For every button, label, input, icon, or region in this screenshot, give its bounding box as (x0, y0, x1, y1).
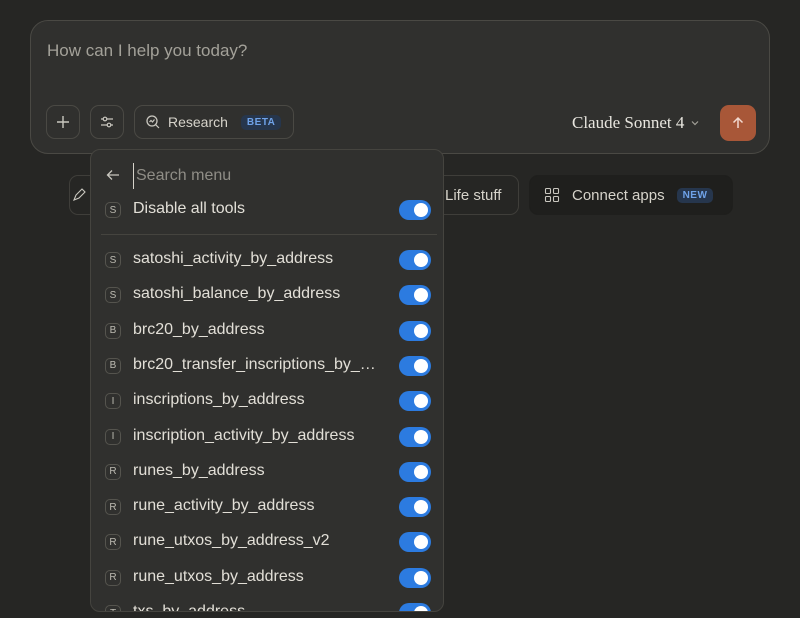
tool-row[interactable]: Rrune_activity_by_address (91, 491, 443, 526)
toggle-knob (414, 203, 428, 217)
tool-toggle[interactable] (399, 355, 431, 376)
tool-letter-icon: R (105, 499, 121, 516)
tool-label: rune_utxos_by_address_v2 (133, 532, 330, 550)
menu-divider (101, 234, 437, 235)
tool-letter-icon: S (105, 252, 121, 268)
research-label: Research (168, 114, 228, 130)
tool-letter-icon: R (105, 463, 121, 480)
tool-row[interactable]: Ssatoshi_balance_by_address (91, 279, 443, 314)
tool-letter-icon: T (105, 605, 121, 611)
tool-toggle[interactable] (399, 285, 431, 306)
tool-toggle[interactable] (399, 461, 431, 482)
tool-letter-icon: R (105, 569, 121, 586)
toggle-knob (414, 570, 428, 585)
disable-all-tools-label: Disable all tools (133, 200, 246, 217)
pen-icon (73, 188, 86, 201)
arrow-up-icon (732, 116, 744, 128)
new-badge: NEW (676, 187, 714, 203)
tool-toggle[interactable] (399, 567, 431, 588)
tool-label: runes_by_address (133, 461, 265, 479)
tool-letter-icon: S (105, 287, 121, 304)
toggle-knob (414, 323, 428, 338)
toggle-knob (414, 429, 428, 444)
tool-label: brc20_by_address (133, 320, 265, 338)
tools-button[interactable] (90, 105, 124, 139)
tool-letter-icon: S (105, 202, 121, 218)
tool-row[interactable]: Bbrc20_by_address (91, 315, 443, 350)
menu-search-row (91, 160, 443, 190)
beta-badge: BETA (240, 114, 282, 130)
tool-label: rune_utxos_by_address (133, 567, 304, 585)
research-icon (146, 115, 160, 129)
tool-letter-icon: B (105, 357, 121, 374)
tool-letter-icon: B (105, 322, 121, 339)
tool-label: inscription_activity_by_address (133, 426, 355, 444)
back-arrow-icon[interactable] (105, 167, 121, 183)
tool-toggle[interactable] (399, 426, 431, 447)
prompt-composer[interactable]: How can I help you today? Research BETA … (30, 20, 770, 154)
prompt-input[interactable]: How can I help you today? (47, 41, 247, 61)
tool-letter-icon: I (105, 428, 121, 445)
toggle-knob (414, 394, 428, 409)
chip-life-stuff-label: Life stuff (445, 186, 502, 204)
search-menu-input[interactable] (133, 163, 428, 189)
model-selector[interactable]: Claude Sonnet 4 (572, 113, 700, 133)
tool-row[interactable]: Rrune_utxos_by_address_v2 (91, 526, 443, 561)
add-button[interactable] (46, 105, 80, 139)
tool-label: brc20_transfer_inscriptions_by_address (133, 355, 383, 373)
tool-row[interactable]: Rrunes_by_address (91, 456, 443, 491)
sliders-icon (101, 116, 113, 128)
tool-row[interactable]: Ttxs_by_address (91, 597, 443, 612)
toggle-knob (414, 500, 428, 515)
tool-toggle[interactable] (399, 250, 431, 270)
tool-row[interactable]: Iinscriptions_by_address (91, 385, 443, 420)
tool-label: inscriptions_by_address (133, 391, 305, 409)
tool-letter-icon: R (105, 534, 121, 551)
tool-toggle[interactable] (399, 320, 431, 341)
tool-label: txs_by_address (133, 603, 246, 612)
tools-menu: S Disable all tools Ssatoshi_activity_by… (90, 149, 444, 612)
disable-all-toggle[interactable] (399, 200, 431, 220)
toggle-knob (414, 288, 428, 303)
toggle-knob (414, 358, 428, 373)
connect-apps-label: Connect apps (572, 186, 665, 204)
send-button[interactable] (720, 105, 756, 141)
grid-icon (544, 187, 560, 203)
tool-toggle[interactable] (399, 391, 431, 412)
research-button[interactable]: Research BETA (134, 105, 295, 139)
tool-letter-icon: I (105, 393, 121, 410)
tool-toggle[interactable] (399, 497, 431, 518)
toggle-knob (414, 253, 428, 267)
tool-row[interactable]: Bbrc20_transfer_inscriptions_by_address (91, 350, 443, 385)
toggle-knob (414, 464, 428, 479)
tool-row[interactable]: Iinscription_activity_by_address (91, 421, 443, 456)
plus-icon (57, 116, 69, 128)
tool-label: satoshi_balance_by_address (133, 285, 341, 303)
chevron-down-icon (691, 121, 699, 126)
connect-apps-button[interactable]: Connect apps NEW (529, 175, 733, 215)
model-label: Claude Sonnet 4 (572, 113, 685, 132)
tool-toggle[interactable] (399, 603, 431, 611)
disable-all-tools-row[interactable]: S Disable all tools (91, 194, 443, 229)
tool-toggle[interactable] (399, 532, 431, 553)
toggle-knob (414, 535, 428, 550)
tool-label: rune_activity_by_address (133, 497, 315, 515)
toggle-knob (414, 606, 428, 611)
tool-label: satoshi_activity_by_address (133, 250, 334, 267)
tool-row[interactable]: Ssatoshi_activity_by_address (91, 244, 443, 279)
tool-row[interactable]: Rrune_utxos_by_address (91, 562, 443, 597)
